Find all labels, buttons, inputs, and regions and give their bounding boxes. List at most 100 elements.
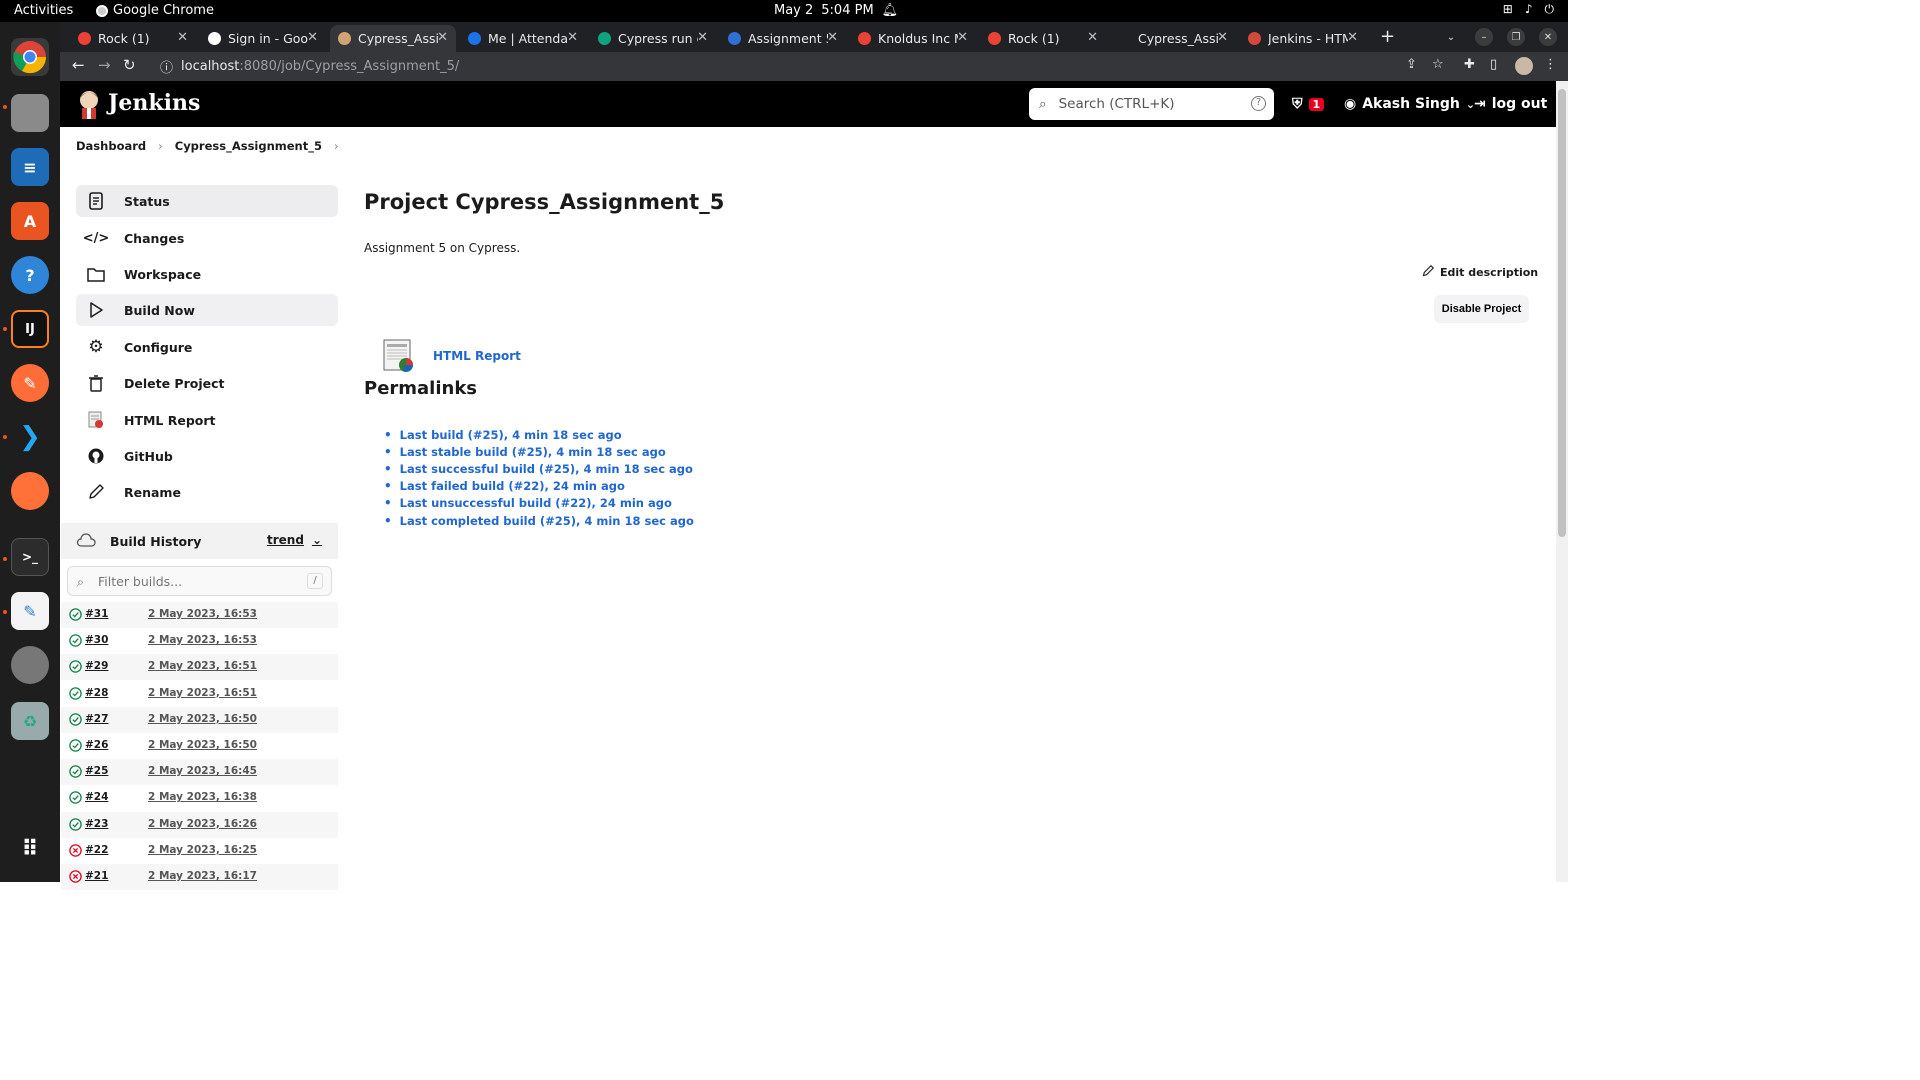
build-number-link[interactable]: #25 [85,765,108,777]
build-row[interactable]: #27 2 May 2023, 16:50 [61,706,338,733]
permalink-last-stable-build[interactable]: Last stable build (#25), 4 min 18 sec ag… [384,443,694,460]
build-date-link[interactable]: 2 May 2023, 16:17 [148,870,257,882]
permalink-last-completed-build[interactable]: Last completed build (#25), 4 min 18 sec… [384,512,694,529]
build-date-link[interactable]: 2 May 2023, 16:50 [148,739,257,751]
chrome-menu-icon[interactable]: ⋮ [1544,57,1557,72]
extensions-icon[interactable]: ✚ [1464,57,1475,72]
tab-search-icon[interactable]: ⌄ [1442,28,1460,46]
close-tab-icon[interactable]: ✕ [1217,30,1228,45]
close-tab-icon[interactable]: ✕ [697,30,708,45]
minimize-icon[interactable]: – [1475,28,1493,46]
terminal-dock-icon[interactable]: >_ [11,538,49,576]
disable-project-button[interactable]: Disable Project [1434,295,1529,323]
security-alert[interactable]: ⛨ 1 [1292,96,1325,112]
chevron-right-icon[interactable]: › [334,139,339,153]
trash-dock-icon[interactable]: ♻ [11,702,49,740]
build-row[interactable]: #21 2 May 2023, 16:17 [61,864,338,890]
site-info-icon[interactable]: ⓘ [160,57,173,76]
close-tab-icon[interactable]: ✕ [1087,30,1098,45]
permalink-last-successful-build[interactable]: Last successful build (#25), 4 min 18 se… [384,460,694,477]
close-window-icon[interactable]: ✕ [1539,28,1557,46]
build-number-link[interactable]: #22 [85,844,108,856]
search-help-icon[interactable]: ? [1251,96,1266,111]
sidebar-item-delete-project[interactable]: Delete Project [76,367,338,399]
sidebar-item-workspace[interactable]: Workspace [76,258,338,290]
filter-builds-input[interactable]: ⌕ Filter builds... / [67,566,332,596]
build-row[interactable]: #31 2 May 2023, 16:53 [61,602,338,628]
close-tab-icon[interactable]: ✕ [827,30,838,45]
side-panel-icon[interactable]: ▯ [1490,57,1497,72]
build-history-title[interactable]: Build History [110,534,201,549]
new-tab-icon[interactable]: + [1380,26,1395,47]
browser-tab[interactable]: Cypress run er ✕ [590,25,716,52]
build-number-link[interactable]: #24 [85,791,108,803]
sidebar-item-changes[interactable]: </> Changes [76,222,338,254]
jenkins-logo-icon[interactable] [76,89,102,119]
breadcrumb-project[interactable]: Cypress_Assignment_5 [175,139,322,153]
build-row[interactable]: #24 2 May 2023, 16:38 [61,785,338,811]
close-tab-icon[interactable]: ✕ [437,30,448,45]
writer-dock-icon[interactable]: ≡ [11,148,49,186]
browser-tab[interactable]: Jenkins - HTM ✕ [1240,25,1366,52]
reload-icon[interactable]: ↻ [123,56,136,74]
scrollbar-thumb[interactable] [1558,89,1566,537]
chrome-dock-icon[interactable] [11,38,49,76]
build-row[interactable]: #25 2 May 2023, 16:45 [61,759,338,786]
html-report-link[interactable]: HTML Report [433,349,521,363]
search-input[interactable]: Search (CTRL+K) [1059,96,1175,112]
postman-dock-icon[interactable]: ✎ [11,364,49,402]
user-menu[interactable]: ◉ Akash Singh ⌄ [1344,96,1475,112]
sidebar-item-rename[interactable]: Rename [76,476,338,508]
close-tab-icon[interactable]: ✕ [567,30,578,45]
sidebar-item-status[interactable]: Status [76,185,338,217]
activities-button[interactable]: Activities [14,3,73,18]
build-date-link[interactable]: 2 May 2023, 16:53 [148,634,257,646]
software-dock-icon[interactable]: A [11,202,49,240]
back-icon[interactable]: ← [72,56,85,74]
show-apps-icon[interactable]: ⠿ [11,830,49,868]
intellij-dock-icon[interactable]: IJ [11,310,49,348]
close-tab-icon[interactable]: ✕ [957,30,968,45]
html-report-icon[interactable] [383,339,415,373]
sidebar-item-github[interactable]: GitHub [76,440,338,472]
browser-tab[interactable]: Cypress_Assig ✕ [1110,25,1236,52]
sidebar-item-html-report[interactable]: HTML Report [76,404,338,436]
build-row[interactable]: #28 2 May 2023, 16:51 [61,681,338,707]
build-number-link[interactable]: #30 [85,634,108,646]
build-number-link[interactable]: #27 [85,713,108,725]
browser-tab[interactable]: Rock (1) ✕ [70,25,196,52]
build-row[interactable]: #23 2 May 2023, 16:26 [61,811,338,838]
browser-tab[interactable]: Assignment 5 ✕ [720,25,846,52]
address-bar[interactable]: ⓘ localhost:8080/job/Cypress_Assignment_… [160,57,459,76]
browser-tab[interactable]: Me | Attendan ✕ [460,25,586,52]
build-row[interactable]: #26 2 May 2023, 16:50 [61,733,338,759]
edit-description-link[interactable]: Edit description [1422,264,1538,280]
help-dock-icon[interactable]: ? [11,256,49,294]
close-tab-icon[interactable]: ✕ [307,30,318,45]
firefox-dock-icon[interactable] [11,472,49,510]
maximize-icon[interactable]: ❐ [1507,28,1525,46]
browser-tab[interactable]: Rock (1) ✕ [980,25,1106,52]
permalink-last-build[interactable]: Last build (#25), 4 min 18 sec ago [384,426,694,443]
sidebar-item-build-now[interactable]: Build Now [76,294,338,326]
build-number-link[interactable]: #21 [85,870,108,882]
build-date-link[interactable]: 2 May 2023, 16:53 [148,608,257,620]
search-box[interactable]: ⌕ Search (CTRL+K) ? [1029,88,1274,120]
sidebar-item-configure[interactable]: ⚙ Configure [76,331,338,363]
jenkins-title[interactable]: Jenkins [108,90,200,116]
build-number-link[interactable]: #31 [85,608,108,620]
page-scrollbar[interactable] [1556,81,1568,882]
profile-avatar[interactable] [1515,57,1533,75]
browser-tab-active[interactable]: Cypress_Assig ✕ [330,25,456,52]
browser-tab[interactable]: Sign in - Goog ✕ [200,25,326,52]
vscode-dock-icon[interactable]: ❯ [11,418,49,456]
build-date-link[interactable]: 2 May 2023, 16:50 [148,713,257,725]
build-date-link[interactable]: 2 May 2023, 16:45 [148,765,257,777]
browser-tab[interactable]: Knoldus Inc M ✕ [850,25,976,52]
build-row[interactable]: #29 2 May 2023, 16:51 [61,654,338,681]
build-number-link[interactable]: #26 [85,739,108,751]
build-date-link[interactable]: 2 May 2023, 16:51 [148,660,257,672]
build-row[interactable]: #22 2 May 2023, 16:25 [61,838,338,864]
build-number-link[interactable]: #23 [85,818,108,830]
permalink-last-failed-build[interactable]: Last failed build (#22), 24 min ago [384,478,694,495]
